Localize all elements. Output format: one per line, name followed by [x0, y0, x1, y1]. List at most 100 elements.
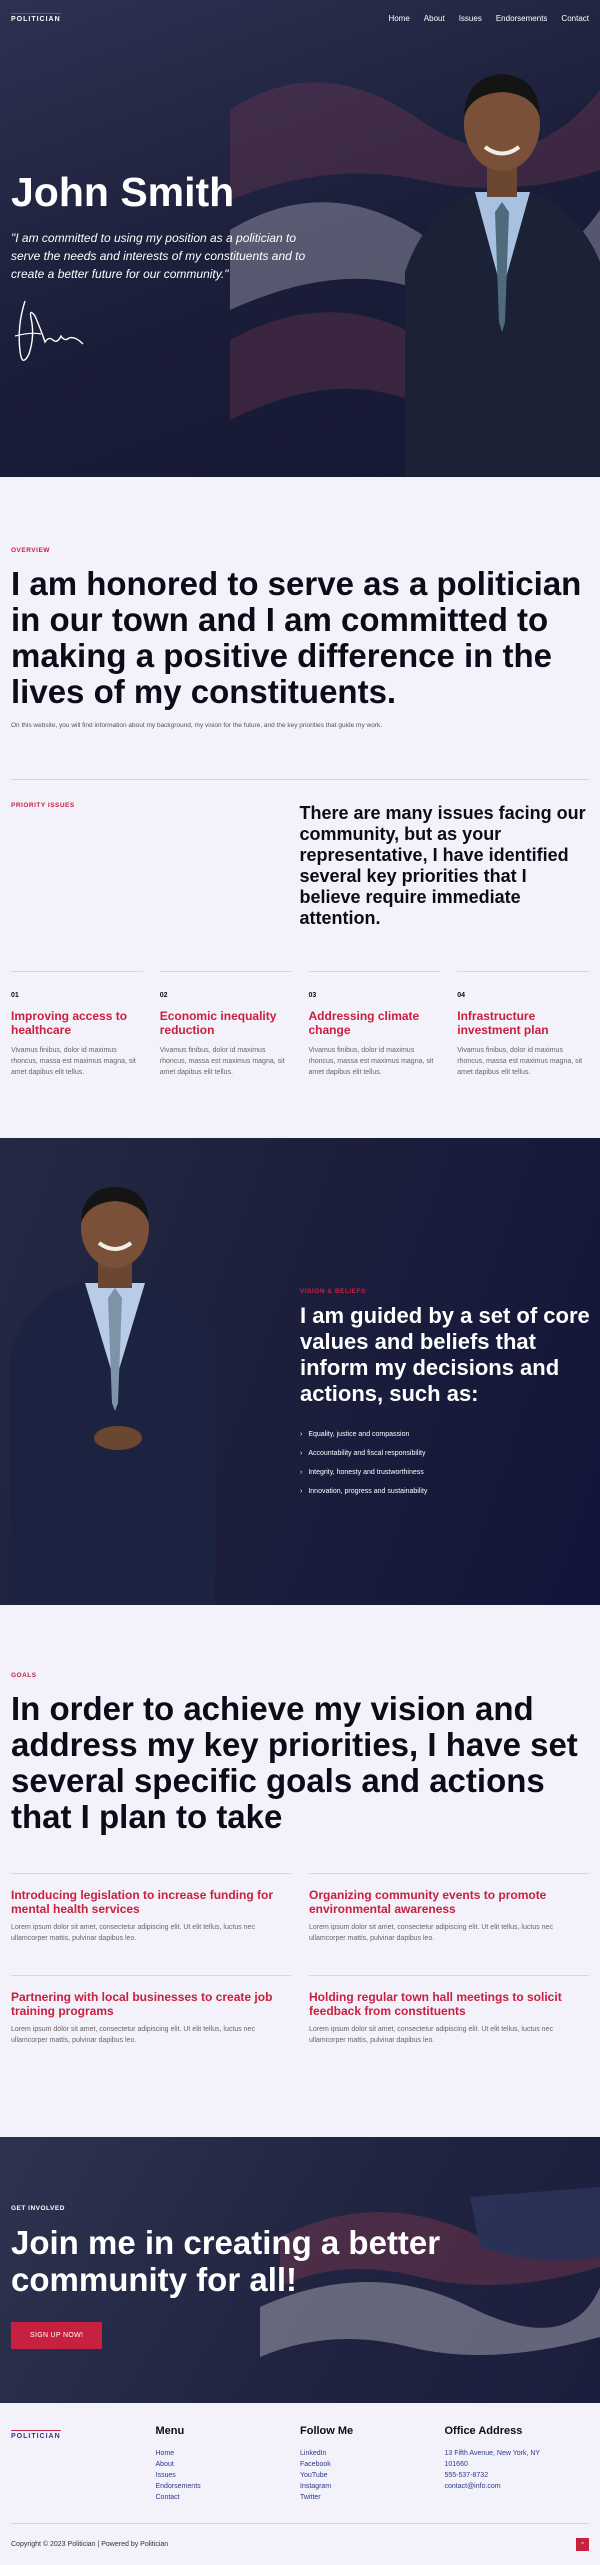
office-zip: 101660: [444, 2461, 468, 2468]
footer-link-instagram[interactable]: Instagram: [300, 2481, 445, 2492]
site-logo[interactable]: POLITICIAN: [11, 13, 61, 23]
cta-eyebrow: GET INVOLVED: [11, 2205, 65, 2212]
footer-follow-column: Follow Me LinkedIn Facebook YouTube Inst…: [300, 2425, 445, 2503]
sign-up-button[interactable]: SIGN UP NOW!: [11, 2322, 103, 2349]
nav-endorsements[interactable]: Endorsements: [496, 14, 548, 23]
goal-title: Holding regular town hall meetings to so…: [309, 1990, 562, 2018]
values-eyebrow: VISION & BELIEFS: [300, 1288, 366, 1295]
office-phone[interactable]: 555-537-8732: [445, 2470, 590, 2481]
main-nav: POLITICIAN Home About Issues Endorsement…: [0, 0, 600, 36]
goals-section: GOALS In order to achieve my vision and …: [0, 1605, 600, 2137]
goal-description: Lorem ipsum dolor sit amet, consectetur …: [11, 2026, 255, 2044]
hero-section: POLITICIAN Home About Issues Endorsement…: [0, 0, 600, 477]
priority-number: 03: [308, 992, 317, 999]
chevron-right-icon: ›: [300, 1488, 303, 1495]
footer-menu-list: Home About Issues Endorsements Contact: [156, 2448, 301, 2503]
nav-contact[interactable]: Contact: [561, 14, 589, 23]
footer-office-title: Office Address: [444, 2425, 523, 2437]
goal-description: Lorem ipsum dolor sit amet, consectetur …: [309, 2026, 553, 2044]
values-section: VISION & BELIEFS I am guided by a set of…: [0, 1138, 600, 1605]
footer-logo-column: POLITICIAN: [11, 2425, 156, 2503]
values-list-item: › Integrity, honesty and trustworthiness: [300, 1469, 590, 1476]
priority-title: Economic inequality reduction: [159, 1009, 277, 1037]
priority-item: 02 Economic inequality reduction Vivamus…: [159, 971, 292, 1078]
goal-title: Introducing legislation to increase fund…: [11, 1888, 274, 1916]
hero-name: John Smith: [11, 169, 235, 215]
footer-link-youtube[interactable]: YouTube: [300, 2470, 445, 2481]
goals-grid: Introducing legislation to increase fund…: [11, 1873, 589, 2077]
footer-menu-column: Menu Home About Issues Endorsements Cont…: [156, 2425, 301, 2503]
cta-heading: Join me in creating a better community f…: [11, 2224, 441, 2298]
chevron-right-icon: ›: [300, 1469, 303, 1476]
politician-standing-image: [10, 1187, 215, 1605]
priority-description: Vivamus finibus, dolor id maximus rhoncu…: [457, 1047, 583, 1076]
priority-item: 04 Infrastructure investment plan Vivamu…: [457, 971, 589, 1078]
goals-eyebrow: GOALS: [11, 1672, 37, 1679]
hero-text-block: John Smith "I am committed to using my p…: [11, 172, 311, 283]
goal-item: Holding regular town hall meetings to so…: [309, 1975, 589, 2077]
overview-section: OVERVIEW I am honored to serve as a poli…: [0, 477, 600, 779]
values-list-item: › Accountability and fiscal responsibilit…: [300, 1450, 590, 1457]
goal-item: Organizing community events to promote e…: [309, 1873, 589, 1975]
footer-link-about[interactable]: About: [156, 2459, 301, 2470]
goal-title: Partnering with local businesses to crea…: [11, 1990, 273, 2018]
values-item-text: Equality, justice and compassion: [308, 1431, 410, 1438]
copyright-text: Copyright © 2023 Politician | Powered by…: [11, 2541, 169, 2548]
footer-logo[interactable]: POLITICIAN: [11, 2430, 61, 2440]
priority-title: Improving access to healthcare: [11, 1009, 128, 1037]
values-heading: I am guided by a set of core values and …: [300, 1303, 590, 1406]
goal-description: Lorem ipsum dolor sit amet, consectetur …: [309, 1924, 553, 1942]
footer-link-facebook[interactable]: Facebook: [300, 2459, 445, 2470]
office-address: 13 Fifth Avenue, New York, NY: [444, 2450, 541, 2457]
priority-number: 04: [457, 992, 466, 999]
values-list-item: › Equality, justice and compassion: [300, 1431, 590, 1438]
priority-description: Vivamus finibus, dolor id maximus rhoncu…: [11, 1047, 136, 1076]
values-list: › Equality, justice and compassion › Accou…: [300, 1431, 590, 1495]
footer-menu-title: Menu: [155, 2425, 185, 2437]
hero-quote: "I am committed to using my position as …: [11, 231, 306, 281]
footer-office-column: Office Address 13 Fifth Avenue, New York…: [445, 2425, 590, 2503]
nav-home[interactable]: Home: [388, 14, 409, 23]
nav-about[interactable]: About: [424, 14, 445, 23]
goal-item: Introducing legislation to increase fund…: [11, 1873, 291, 1975]
priority-number: 01: [11, 992, 19, 999]
footer-follow-title: Follow Me: [300, 2425, 354, 2437]
values-item-text: Integrity, honesty and trustworthiness: [308, 1469, 424, 1476]
footer-link-contact[interactable]: Contact: [156, 2492, 301, 2503]
values-text-block: VISION & BELIEFS I am guided by a set of…: [300, 1288, 590, 1507]
signature-image: [14, 300, 84, 361]
priority-number: 02: [159, 992, 168, 999]
chevron-right-icon: ›: [300, 1450, 303, 1457]
site-footer: POLITICIAN Menu Home About Issues Endors…: [0, 2403, 600, 2565]
priority-heading: There are many issues facing our communi…: [299, 803, 586, 928]
priority-item: 01 Improving access to healthcare Vivamu…: [11, 971, 143, 1078]
nav-links: Home About Issues Endorsements Contact: [388, 14, 589, 23]
priority-item: 03 Addressing climate change Vivamus fin…: [308, 971, 441, 1078]
politician-portrait-image: [405, 74, 600, 477]
footer-link-linkedin[interactable]: LinkedIn: [300, 2448, 445, 2459]
goal-description: Lorem ipsum dolor sit amet, consectetur …: [11, 1924, 255, 1942]
priority-section: PRIORITY ISSUES There are many issues fa…: [0, 780, 600, 1138]
nav-issues[interactable]: Issues: [459, 14, 482, 23]
footer-link-home[interactable]: Home: [156, 2448, 301, 2459]
footer-follow-list: LinkedIn Facebook YouTube Instagram Twit…: [300, 2448, 445, 2503]
cta-section: GET INVOLVED Join me in creating a bette…: [0, 2137, 600, 2403]
footer-columns: POLITICIAN Menu Home About Issues Endors…: [11, 2425, 589, 2503]
office-email[interactable]: contact@info.com: [445, 2481, 590, 2492]
footer-bottom-bar: Copyright © 2023 Politician | Powered by…: [11, 2523, 589, 2565]
overview-text: On this website, you will find informati…: [11, 722, 383, 729]
footer-link-issues[interactable]: Issues: [156, 2470, 301, 2481]
priority-eyebrow: PRIORITY ISSUES: [11, 802, 75, 809]
overview-heading: I am honored to serve as a politician in…: [11, 565, 582, 710]
footer-office-list: 13 Fifth Avenue, New York, NY 101660 555…: [445, 2448, 590, 2492]
footer-link-endorsements[interactable]: Endorsements: [156, 2481, 301, 2492]
priority-grid: 01 Improving access to healthcare Vivamu…: [11, 971, 589, 1078]
goal-item: Partnering with local businesses to crea…: [11, 1975, 291, 2077]
values-item-text: Accountability and fiscal responsibility: [308, 1450, 426, 1457]
scroll-to-top-button[interactable]: ⌃: [576, 2538, 589, 2551]
footer-link-twitter[interactable]: Twitter: [300, 2492, 445, 2503]
priority-title: Addressing climate change: [308, 1009, 420, 1037]
goal-title: Organizing community events to promote e…: [309, 1888, 547, 1916]
chevron-up-icon: ⌃: [579, 2541, 586, 2549]
values-list-item: › Innovation, progress and sustainability: [300, 1488, 590, 1495]
